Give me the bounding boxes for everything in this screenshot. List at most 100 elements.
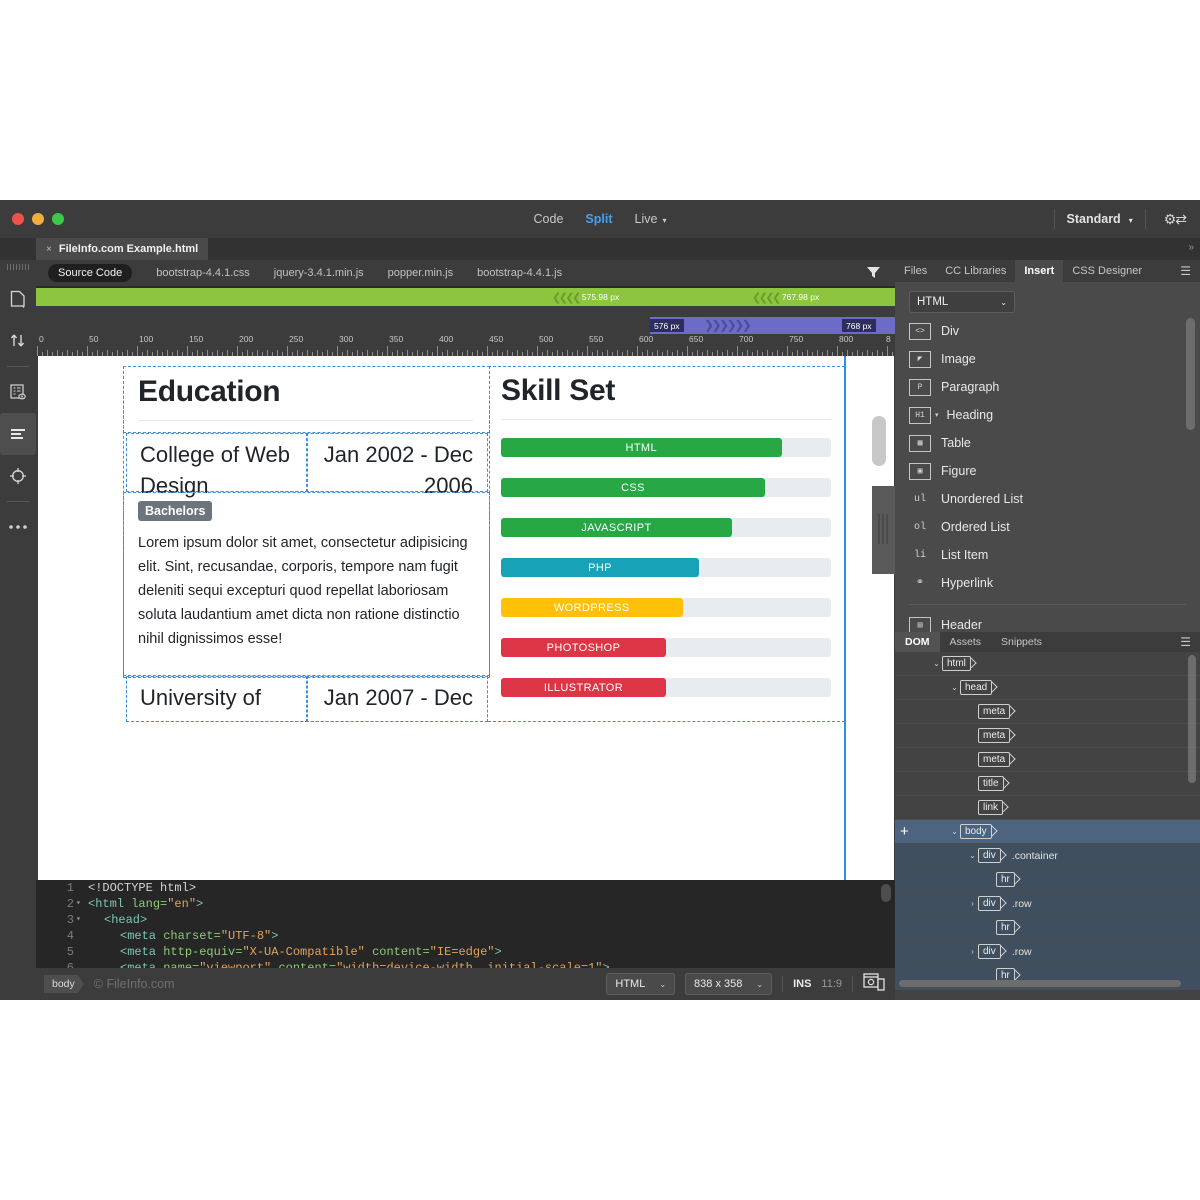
- insert-item-ordered-list[interactable]: olOrdered List: [895, 513, 1200, 541]
- dom-tree-node[interactable]: hr: [895, 868, 1200, 892]
- insert-item-figure[interactable]: ▣Figure: [895, 457, 1200, 485]
- related-file-1[interactable]: jquery-3.4.1.min.js: [274, 267, 364, 279]
- rail-grip[interactable]: [7, 264, 29, 270]
- filter-icon[interactable]: [866, 265, 881, 285]
- view-mode-split[interactable]: Split: [585, 212, 612, 226]
- media-query-bar[interactable]: ❮❮❮❮ 575.98 px ❮❮❮❮ 767.98 px: [36, 288, 895, 306]
- dom-tree-node[interactable]: ⌄div.container: [895, 844, 1200, 868]
- breakpoint-marker-1[interactable]: 768 px: [842, 319, 876, 332]
- panel-menu-icon[interactable]: ☰: [1171, 260, 1200, 282]
- insert-item-header[interactable]: ▤Header: [895, 611, 1200, 632]
- dom-tree-node[interactable]: ⌄html: [895, 652, 1200, 676]
- document-tab[interactable]: × FileInfo.com Example.html: [36, 238, 208, 260]
- code-fold-toggle[interactable]: ▾: [76, 896, 86, 912]
- dom-scrollbar-thumb[interactable]: [1188, 655, 1196, 783]
- code-line[interactable]: 2▾<html lang="en">: [36, 896, 895, 912]
- tab-css-designer[interactable]: CSS Designer: [1063, 260, 1151, 282]
- chevron-down-icon[interactable]: ▾: [935, 411, 939, 419]
- format-source-code-button[interactable]: [0, 413, 36, 455]
- breakpoint-marker-0[interactable]: 576 px: [650, 319, 684, 332]
- dom-tree-node[interactable]: ›div.row: [895, 988, 1200, 990]
- code-text: <head>: [88, 912, 147, 928]
- more-tools-button[interactable]: [0, 506, 36, 548]
- doctype-selector[interactable]: HTML⌄: [606, 973, 675, 995]
- code-canvas[interactable]: 1<!DOCTYPE html>2▾<html lang="en">3▾<hea…: [36, 880, 895, 968]
- related-file-0[interactable]: bootstrap-4.4.1.css: [156, 267, 250, 279]
- dom-tree-node[interactable]: link: [895, 796, 1200, 820]
- code-line[interactable]: 5<meta http-equiv="X-UA-Compatible" cont…: [36, 944, 895, 960]
- code-line[interactable]: 4<meta charset="UTF-8">: [36, 928, 895, 944]
- insert-scrollbar-thumb[interactable]: [1186, 318, 1195, 430]
- tag-breadcrumb[interactable]: body: [44, 975, 84, 993]
- insert-item-list-item[interactable]: liList Item: [895, 541, 1200, 569]
- insert-item-hyperlink[interactable]: ⚭Hyperlink: [895, 569, 1200, 597]
- ruler-tick: [787, 346, 788, 356]
- real-time-preview-icon[interactable]: [863, 972, 885, 997]
- skill-bar-fill: PHP: [501, 558, 699, 577]
- horizontal-ruler[interactable]: 0501001502002503003504004505005506006507…: [36, 334, 895, 356]
- code-fold-toggle[interactable]: ▾: [76, 912, 86, 928]
- media-query-marker-1[interactable]: ❮❮❮❮ 767.98 px: [752, 290, 819, 304]
- preview-scrollbar-thumb[interactable]: [872, 416, 886, 466]
- media-query-marker-0[interactable]: ❮❮❮❮ 575.98 px: [552, 290, 619, 304]
- tab-snippets[interactable]: Snippets: [991, 632, 1052, 652]
- disclosure-triangle-icon[interactable]: ›: [967, 899, 978, 908]
- dom-tree-node[interactable]: ⌄head: [895, 676, 1200, 700]
- close-icon[interactable]: ×: [46, 244, 52, 255]
- disclosure-triangle-icon[interactable]: ›: [967, 947, 978, 956]
- tab-dom[interactable]: DOM: [895, 632, 940, 652]
- insert-item-heading[interactable]: H1▾Heading: [895, 401, 1200, 429]
- tab-assets[interactable]: Assets: [940, 632, 992, 652]
- view-mode-live[interactable]: Live▾: [635, 212, 667, 226]
- dom-tree-node[interactable]: title: [895, 772, 1200, 796]
- code-line[interactable]: 1<!DOCTYPE html>: [36, 880, 895, 896]
- dom-horizontal-scrollbar[interactable]: [899, 980, 1181, 987]
- target-inspect-button[interactable]: [0, 455, 36, 497]
- dom-tree-node[interactable]: +⌄body: [895, 820, 1200, 844]
- code-token: <meta: [120, 945, 163, 959]
- tab-files[interactable]: Files: [895, 260, 936, 282]
- disclosure-triangle-icon[interactable]: ⌄: [949, 827, 960, 836]
- gear-sync-icon[interactable]: ⚙⇄: [1158, 211, 1192, 228]
- insert-item-table[interactable]: ▦Table: [895, 429, 1200, 457]
- window-size-selector[interactable]: 838 x 358⌄: [685, 973, 772, 995]
- disclosure-triangle-icon[interactable]: ⌄: [949, 683, 960, 692]
- tab-cc-libraries[interactable]: CC Libraries: [936, 260, 1015, 282]
- open-documents-button[interactable]: [0, 278, 36, 320]
- insert-category-selector[interactable]: HTML ⌄: [909, 291, 1015, 313]
- related-file-3[interactable]: bootstrap-4.4.1.js: [477, 267, 562, 279]
- insert-mode-indicator: INS: [793, 978, 811, 990]
- live-preview[interactable]: Education College of Web Design Jan 2002…: [36, 356, 895, 880]
- dom-tree-node[interactable]: meta: [895, 700, 1200, 724]
- code-scrollbar-thumb[interactable]: [881, 884, 891, 902]
- disclosure-triangle-icon[interactable]: ⌄: [931, 659, 942, 668]
- insert-item-image[interactable]: ◤Image: [895, 345, 1200, 373]
- add-element-button[interactable]: +: [900, 824, 909, 839]
- code-line[interactable]: 3▾<head>: [36, 912, 895, 928]
- dom-tree-node[interactable]: ›div.row: [895, 892, 1200, 916]
- split-drag-handle[interactable]: [872, 486, 895, 574]
- dom-tree-node[interactable]: meta: [895, 724, 1200, 748]
- workspace-selector[interactable]: Standard▾: [1067, 212, 1133, 226]
- dom-tree[interactable]: ⌄html⌄headmetametametatitlelink+⌄body⌄di…: [895, 652, 1200, 990]
- dom-tree-node[interactable]: ›div.row: [895, 940, 1200, 964]
- insert-item-unordered-list[interactable]: ulUnordered List: [895, 485, 1200, 513]
- code-line[interactable]: 6<meta name="viewport" content="width=de…: [36, 960, 895, 968]
- line-number: 2: [36, 896, 74, 912]
- dom-tree-node[interactable]: meta: [895, 748, 1200, 772]
- live-code-button[interactable]: [0, 371, 36, 413]
- dom-tree-node[interactable]: hr: [895, 916, 1200, 940]
- insert-item-div[interactable]: <>Div: [895, 317, 1200, 345]
- expand-panels-icon[interactable]: »: [1188, 242, 1194, 253]
- dom-tag-label: title: [978, 776, 1004, 791]
- dom-panel-menu-icon[interactable]: ☰: [1171, 632, 1200, 652]
- tab-insert[interactable]: Insert: [1015, 260, 1063, 282]
- file-management-button[interactable]: [0, 320, 36, 362]
- insert-item-paragraph[interactable]: PParagraph: [895, 373, 1200, 401]
- code-editor[interactable]: 1<!DOCTYPE html>2▾<html lang="en">3▾<hea…: [36, 880, 895, 968]
- disclosure-triangle-icon[interactable]: ⌄: [967, 851, 978, 860]
- related-file-2[interactable]: popper.min.js: [388, 267, 453, 279]
- view-mode-code[interactable]: Code: [534, 212, 564, 226]
- code-viewport[interactable]: 1<!DOCTYPE html>2▾<html lang="en">3▾<hea…: [36, 880, 895, 968]
- related-file-source-code[interactable]: Source Code: [48, 264, 132, 282]
